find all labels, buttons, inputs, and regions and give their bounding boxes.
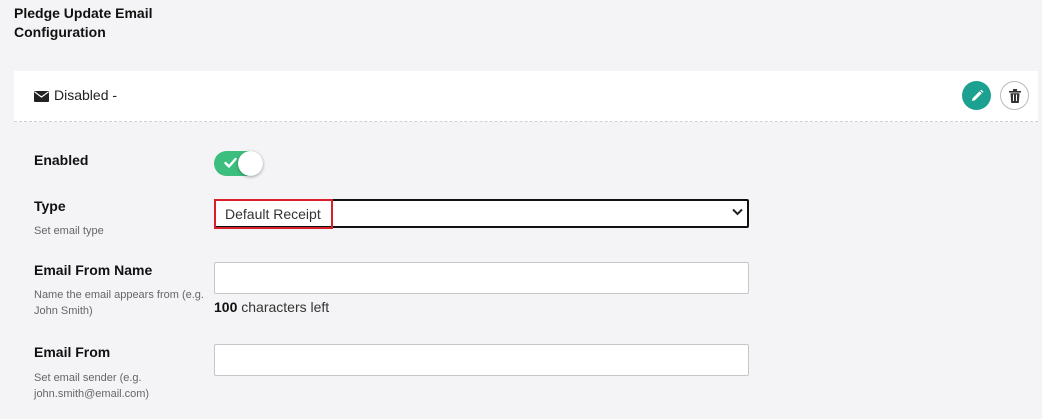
trash-icon [1008, 88, 1021, 103]
check-icon [224, 157, 237, 168]
type-select[interactable]: Default Receipt [214, 199, 749, 228]
email-from-name-label: Email From Name [34, 262, 153, 278]
email-from-name-help: Name the email appears from (e.g. John S… [34, 289, 204, 317]
delete-button[interactable] [1000, 81, 1029, 110]
header-status-label: Disabled - [54, 87, 118, 103]
email-from-label: Email From [34, 344, 111, 360]
chars-left-text: characters left [237, 299, 330, 315]
email-config-header: Disabled - [14, 71, 1038, 122]
chars-left-count: 100 [214, 299, 238, 315]
type-select-wrap: Default Receipt [214, 199, 749, 229]
chars-left-counter: 100 characters left [214, 299, 329, 315]
email-from-name-input[interactable] [214, 262, 749, 294]
envelope-icon [34, 91, 49, 102]
pencil-icon [971, 89, 983, 101]
edit-button[interactable] [962, 81, 991, 110]
enabled-label: Enabled [34, 152, 89, 168]
email-from-input[interactable] [214, 344, 749, 376]
type-help: Set email type [34, 225, 104, 237]
enabled-toggle[interactable] [214, 151, 263, 176]
type-label: Type [34, 198, 66, 214]
email-from-help: Set email sender (e.g. john.smith@email.… [34, 372, 150, 400]
toggle-knob [238, 151, 263, 176]
section-title: Pledge Update Email Configuration [14, 5, 153, 40]
